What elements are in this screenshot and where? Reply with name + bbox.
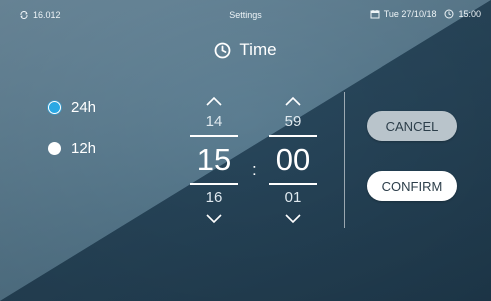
hours-down-chevron-icon[interactable] [204, 213, 224, 225]
minutes-bottom-line [269, 183, 317, 185]
time-separator: : [252, 160, 257, 179]
status-bar: 16.012 Settings Tue 27/10/18 15:00 [0, 0, 491, 28]
minutes-top-line [269, 135, 317, 137]
calendar-icon [370, 10, 380, 19]
minutes-up-chevron-icon[interactable] [283, 95, 303, 107]
page-title-text: Time [239, 40, 277, 59]
minutes-next-value[interactable]: 01 [269, 189, 317, 207]
radio-selected-icon[interactable] [48, 101, 61, 114]
radio-24h-label: 24h [71, 99, 97, 116]
radio-unselected-icon[interactable] [48, 142, 61, 155]
confirm-button[interactable]: CONFIRM [367, 171, 457, 201]
time-settings-screen: 16.012 Settings Tue 27/10/18 15:00 Time [0, 0, 491, 301]
status-date: Tue 27/10/18 [383, 9, 437, 19]
cancel-button[interactable]: CANCEL [367, 111, 457, 141]
page-title: Time [0, 40, 491, 60]
radio-12h-label: 12h [71, 140, 97, 157]
hours-picker[interactable]: 14 15 16 [190, 95, 238, 225]
minutes-picker[interactable]: 59 00 01 [269, 95, 317, 225]
minutes-down-chevron-icon[interactable] [283, 213, 303, 225]
clock-icon [215, 42, 231, 58]
radio-24h[interactable]: 24h [48, 99, 96, 116]
hours-current-value[interactable]: 15 [190, 141, 238, 179]
vertical-divider [344, 92, 345, 228]
minutes-prev-value[interactable]: 59 [269, 113, 317, 131]
hours-bottom-line [190, 183, 238, 185]
hours-up-chevron-icon[interactable] [204, 95, 224, 107]
status-datetime: Tue 27/10/18 15:00 [370, 9, 481, 19]
hours-top-line [190, 135, 238, 137]
clock-small-icon [444, 9, 454, 19]
hours-next-value[interactable]: 16 [190, 189, 238, 207]
minutes-current-value[interactable]: 00 [269, 141, 317, 179]
status-time: 15:00 [458, 9, 481, 19]
hours-prev-value[interactable]: 14 [190, 113, 238, 131]
radio-12h[interactable]: 12h [48, 140, 96, 157]
